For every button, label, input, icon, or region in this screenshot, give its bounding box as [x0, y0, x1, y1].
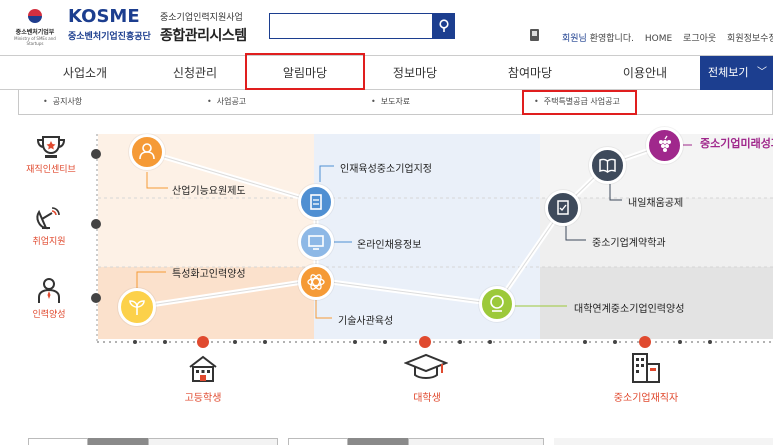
search-button[interactable]: [432, 13, 455, 39]
view-all-button[interactable]: 전체보기 ﹀: [700, 56, 773, 90]
program-node-tomorrow-fund[interactable]: [589, 147, 626, 184]
nav-item-participate[interactable]: 참여마당: [470, 56, 590, 90]
category-employment: 취업지원: [14, 206, 84, 247]
bottom-tab-2[interactable]: [88, 438, 148, 445]
nav-item-info[interactable]: 정보마당: [360, 56, 470, 90]
school-building-icon: [189, 355, 217, 382]
search-box: [269, 13, 455, 39]
submenu-item-announcements[interactable]: 사업공고: [207, 90, 246, 114]
monitor-icon: [308, 235, 324, 250]
bottom-tab-3[interactable]: [148, 438, 278, 445]
program-label-industrial-service[interactable]: 산업기능요원제도: [172, 182, 246, 197]
stage-label-highschool: 고등학생: [184, 393, 222, 404]
ministry-logo[interactable]: 중소벤처기업부 Ministry of SMEs and Startups: [6, 7, 64, 49]
category-label-training: 인력양성: [32, 310, 66, 320]
program-node-university-link[interactable]: [479, 286, 515, 322]
sprout-icon: [129, 300, 145, 315]
system-title: 종합관리시스템: [160, 28, 247, 44]
bottom-tab-1[interactable]: [28, 438, 88, 445]
program-node-industrial-service[interactable]: [129, 134, 165, 170]
program-label-tomorrow-fund[interactable]: 내일채움공제: [628, 194, 683, 209]
stage-label-university: 대학생: [413, 393, 441, 404]
nav-item-intro[interactable]: 사업소개: [30, 56, 140, 90]
system-name: 중소기업인력지원사업 종합관리시스템: [160, 10, 264, 45]
program-node-online-job[interactable]: [298, 224, 334, 260]
stage-label-worker: 중소기업재직자: [613, 393, 679, 404]
program-label-technician[interactable]: 기술사관육성: [338, 312, 393, 327]
satellite-dish-icon: [36, 207, 60, 230]
office-building-icon: [632, 353, 660, 383]
category-incentive: 재직인센티브: [16, 134, 86, 175]
chevron-down-icon: ﹀: [757, 67, 767, 78]
mobile-icon[interactable]: [530, 29, 539, 41]
category-label-incentive: 재직인센티브: [26, 165, 76, 175]
grapes-icon: [659, 135, 671, 152]
welcome-text: 회원님 환영합니다.: [562, 34, 634, 44]
ministry-name: 중소벤처기업부: [15, 29, 55, 36]
program-node-performance-sharing[interactable]: [646, 127, 683, 164]
bottom-tab-4[interactable]: [288, 438, 348, 445]
agency-name: 중소벤처기업진흥공단: [68, 32, 151, 42]
program-label-contract-dept[interactable]: 중소기업계약학과: [592, 234, 666, 249]
submenu-item-housing[interactable]: 주택특별공급 사업공고: [534, 90, 620, 114]
nav-item-notice[interactable]: 알림마당: [250, 56, 360, 90]
program-label-talent-company[interactable]: 인재육성중소기업지정: [340, 160, 432, 175]
atom-icon: [307, 274, 325, 290]
welcome-message: 환영합니다.: [589, 34, 634, 44]
trophy-icon: [36, 136, 66, 158]
program-label-specialized-highschool[interactable]: 특성화고인력양성: [172, 265, 246, 280]
view-all-label: 전체보기: [708, 66, 749, 79]
util-logout-link[interactable]: 로그아웃: [683, 34, 716, 44]
util-home-link[interactable]: HOME: [645, 34, 672, 44]
sub-menu: 공지사항 사업공고 보도자료 주택특별공급 사업공고: [18, 90, 773, 115]
program-label-university-link[interactable]: 대학연계중소기업인력양성: [574, 300, 684, 315]
search-icon: [438, 19, 449, 32]
clipboard-icon: [310, 194, 322, 210]
worker-icon: [139, 143, 155, 160]
submenu-item-press[interactable]: 보도자료: [371, 90, 410, 114]
bottom-panel: [554, 438, 773, 445]
util-profile-link[interactable]: 회원정보수정: [727, 34, 773, 44]
graduation-cap-icon: [404, 353, 448, 379]
program-node-talent-company[interactable]: [298, 184, 334, 220]
nav-item-guide[interactable]: 이용안내: [590, 56, 700, 90]
program-node-specialized-highschool[interactable]: [118, 288, 156, 326]
program-label-performance-sharing[interactable]: 중소기업미래성과공유제: [700, 137, 773, 151]
book-icon: [599, 158, 616, 173]
ministry-sub: Ministry of SMEs and Startups: [14, 36, 56, 46]
bottom-tab-6[interactable]: [408, 438, 544, 445]
header: 중소벤처기업부 Ministry of SMEs and Startups KO…: [0, 0, 773, 55]
program-diagram: 재직인센티브 취업지원 인력양성 산업기능요원제도 인재육성중소기업지정 온라인…: [0, 120, 773, 445]
submenu-item-notices[interactable]: 공지사항: [43, 90, 82, 114]
document-check-icon: [557, 200, 569, 215]
category-training: 인력양성: [14, 277, 84, 320]
taegeuk-emblem-icon: [28, 9, 42, 23]
program-node-technician[interactable]: [298, 264, 334, 300]
kosme-logo[interactable]: KOSME 중소벤처기업진흥공단: [68, 8, 160, 48]
program-node-contract-dept[interactable]: [545, 190, 581, 226]
person-icon: [38, 278, 60, 303]
nav-item-apply[interactable]: 신청관리: [140, 56, 250, 90]
user-name: 회원님: [562, 34, 587, 44]
globe-icon: [490, 295, 504, 312]
bottom-tab-5[interactable]: [348, 438, 408, 445]
system-subtitle: 중소기업인력지원사업: [160, 13, 243, 23]
search-input[interactable]: [269, 13, 433, 39]
kosme-logo-text: KOSME: [68, 6, 140, 27]
category-label-employment: 취업지원: [32, 237, 66, 247]
utility-nav: 회원님 환영합니다. HOME 로그아웃 회원정보수정: [562, 31, 773, 44]
program-label-online-job[interactable]: 온라인채용정보: [357, 236, 421, 251]
main-nav: 사업소개 신청관리 알림마당 정보마당 참여마당 이용안내 전체보기 ﹀: [0, 55, 773, 90]
